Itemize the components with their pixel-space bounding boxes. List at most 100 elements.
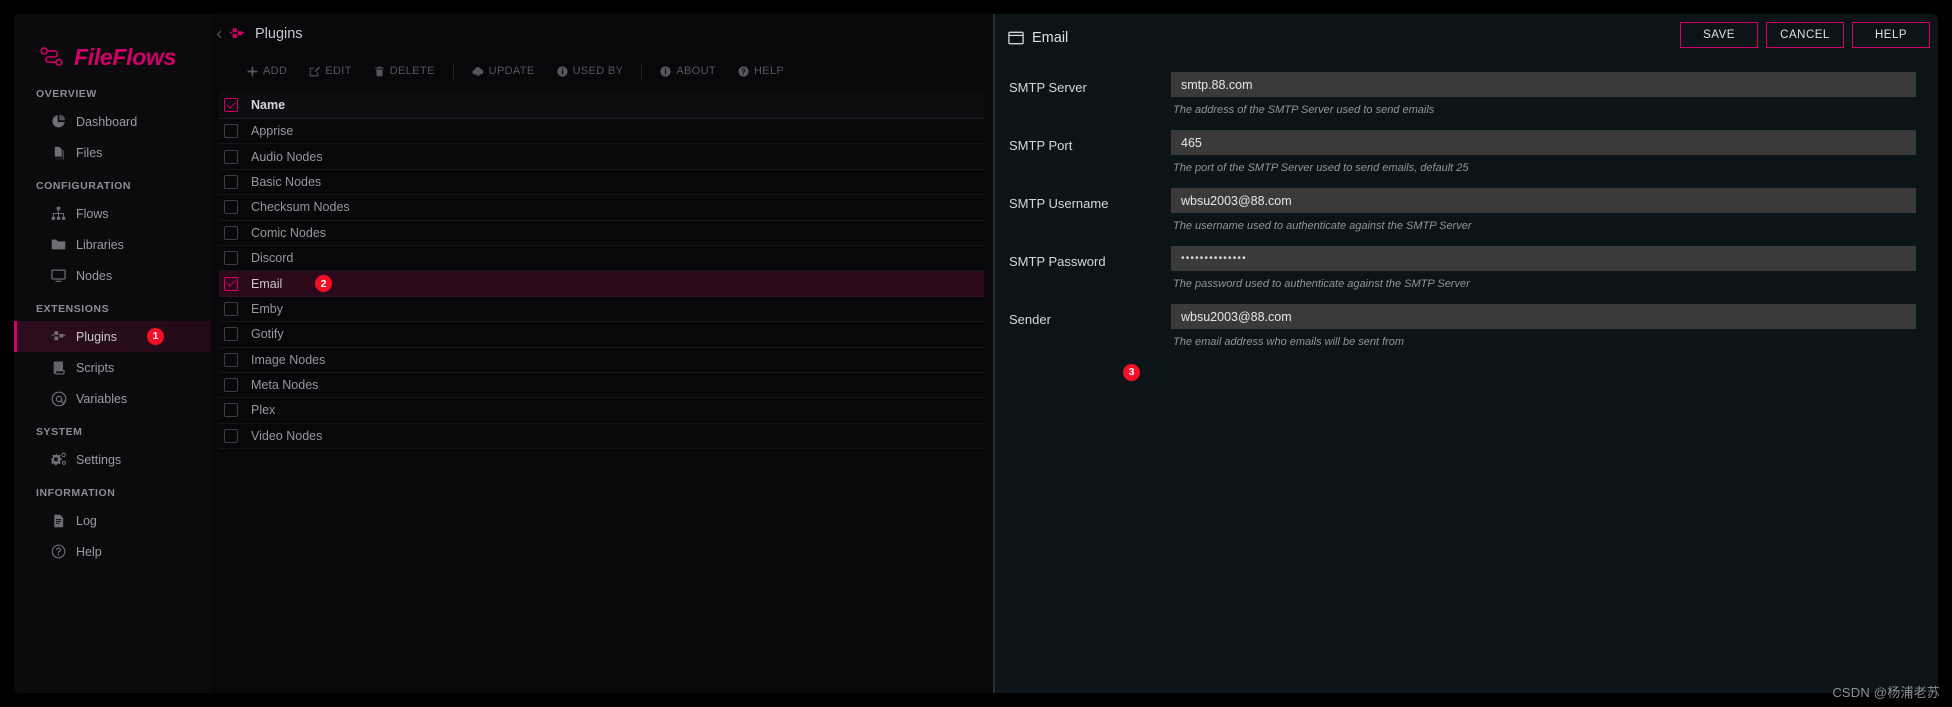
field-control: wbsu2003@88.com The email address who em… xyxy=(1171,304,1916,358)
sidebar-item-files[interactable]: Files xyxy=(14,137,211,168)
cloud-download-icon xyxy=(472,66,484,77)
plugin-name: Plex xyxy=(251,403,276,418)
plugin-name: Apprise xyxy=(251,124,294,139)
sender-input[interactable]: wbsu2003@88.com xyxy=(1171,304,1916,329)
plugins-toolbar: ADD EDIT DELETE UPDATE USED BY ABOUT HEL… xyxy=(211,54,993,88)
row-checkbox[interactable] xyxy=(224,352,238,367)
row-checkbox[interactable] xyxy=(224,276,238,291)
table-row[interactable]: Meta Nodes xyxy=(219,373,984,399)
question-circle-icon xyxy=(738,65,749,77)
sidebar-item-settings[interactable]: Settings xyxy=(14,444,211,475)
sidebar-item-scripts[interactable]: Scripts xyxy=(14,352,211,383)
cancel-button[interactable]: CANCEL xyxy=(1766,22,1844,48)
gear-icon xyxy=(50,451,67,468)
help-toolbar-button[interactable]: HELP xyxy=(727,58,795,84)
toolbar-label: ADD xyxy=(263,65,288,77)
row-checkbox[interactable] xyxy=(224,403,238,418)
sidebar-item-help[interactable]: Help xyxy=(14,536,211,567)
field-label: SMTP Password xyxy=(1009,254,1106,269)
plugin-icon xyxy=(50,328,67,345)
sitemap-icon xyxy=(50,205,67,222)
app-window: FileFlows OVERVIEW Dashboard Files CONFI… xyxy=(0,0,1952,707)
used-by-button[interactable]: USED BY xyxy=(546,58,635,84)
table-row[interactable]: Emby xyxy=(219,297,984,323)
sidebar-item-label: Libraries xyxy=(76,237,124,252)
table-row[interactable]: Video Nodes xyxy=(219,424,984,450)
plugin-name: Checksum Nodes xyxy=(251,200,350,215)
row-checkbox[interactable] xyxy=(224,428,238,443)
sidebar-section-information: INFORMATION xyxy=(36,487,116,499)
plugin-name: Audio Nodes xyxy=(251,149,323,164)
plugin-icon xyxy=(229,26,246,43)
field-label: Sender xyxy=(1009,312,1051,327)
plugin-name: Meta Nodes xyxy=(251,378,319,393)
panel-header: Email SAVE CANCEL HELP xyxy=(995,14,1938,62)
delete-button[interactable]: DELETE xyxy=(363,58,446,84)
sidebar-section-system: SYSTEM xyxy=(36,426,83,438)
help-button[interactable]: HELP xyxy=(1852,22,1930,48)
pencil-square-icon xyxy=(309,66,321,77)
sidebar-item-log[interactable]: Log xyxy=(14,505,211,536)
table-row[interactable]: Plex xyxy=(219,398,984,424)
window-icon xyxy=(1008,30,1024,46)
table-row[interactable]: Checksum Nodes xyxy=(219,195,984,221)
row-checkbox[interactable] xyxy=(224,174,238,189)
page-title: Plugins xyxy=(255,26,303,42)
update-button[interactable]: UPDATE xyxy=(461,58,546,84)
table-row[interactable]: Comic Nodes xyxy=(219,221,984,246)
email-settings-form: SMTP Server smtp.88.com The address of t… xyxy=(995,62,1938,381)
table-row[interactable]: Audio Nodes xyxy=(219,144,984,170)
files-icon xyxy=(50,144,67,161)
field-smtp-port: SMTP Port 465 The port of the SMTP Serve… xyxy=(1009,130,1916,184)
plugins-panel: Plugins ADD EDIT DELETE UPDATE USED BY A… xyxy=(211,14,993,693)
sidebar-item-label: Help xyxy=(76,544,102,559)
sidebar-item-libraries[interactable]: Libraries xyxy=(14,229,211,260)
field-help-text: The username used to authenticate agains… xyxy=(1173,220,1472,232)
row-checkbox[interactable] xyxy=(224,149,238,164)
grid-header-row: Name xyxy=(219,92,984,119)
brand: FileFlows xyxy=(14,14,211,76)
row-checkbox[interactable] xyxy=(224,251,238,266)
monitor-icon xyxy=(50,267,67,284)
email-row-badge: 2 xyxy=(315,275,332,293)
table-row[interactable]: Image Nodes xyxy=(219,348,984,373)
sidebar-item-flows[interactable]: Flows xyxy=(14,198,211,229)
field-label: SMTP Port xyxy=(1009,138,1073,153)
row-checkbox[interactable] xyxy=(224,378,238,393)
sidebar-item-plugins[interactable]: Plugins 1 xyxy=(14,321,211,352)
sidebar-item-nodes[interactable]: Nodes xyxy=(14,260,211,291)
table-row[interactable]: Apprise xyxy=(219,119,984,145)
row-checkbox[interactable] xyxy=(224,327,238,342)
table-row[interactable]: Gotify xyxy=(219,322,984,348)
field-label: SMTP Username xyxy=(1009,196,1109,211)
sidebar-item-variables[interactable]: Variables xyxy=(14,383,211,414)
smtp-password-input[interactable]: •••••••••••••• xyxy=(1171,246,1916,271)
table-row[interactable]: Basic Nodes xyxy=(219,170,984,196)
field-control: 465 The port of the SMTP Server used to … xyxy=(1171,130,1916,184)
select-all-checkbox[interactable] xyxy=(224,98,238,112)
table-row[interactable]: Discord xyxy=(219,246,984,272)
sidebar-section-configuration: CONFIGURATION xyxy=(36,180,132,192)
row-checkbox[interactable] xyxy=(224,225,238,240)
field-control: •••••••••••••• The password used to auth… xyxy=(1171,246,1916,300)
plugins-header: Plugins xyxy=(211,14,993,54)
field-help-text: The password used to authenticate agains… xyxy=(1173,278,1470,290)
plugin-name: Email xyxy=(251,276,283,291)
field-help-text: The port of the SMTP Server used to send… xyxy=(1173,162,1469,174)
smtp-username-input[interactable]: wbsu2003@88.com xyxy=(1171,188,1916,213)
plugin-name: Video Nodes xyxy=(251,428,323,443)
save-button[interactable]: SAVE xyxy=(1680,22,1758,48)
row-checkbox[interactable] xyxy=(224,200,238,215)
sidebar-collapse-toggle[interactable] xyxy=(212,27,227,42)
row-checkbox[interactable] xyxy=(224,301,238,316)
toolbar-label: ABOUT xyxy=(676,65,716,77)
edit-button[interactable]: EDIT xyxy=(298,58,362,84)
sidebar-item-dashboard[interactable]: Dashboard xyxy=(14,106,211,137)
about-button[interactable]: ABOUT xyxy=(649,58,727,84)
plugin-name: Image Nodes xyxy=(251,352,326,367)
row-checkbox[interactable] xyxy=(224,124,238,139)
smtp-port-input[interactable]: 465 xyxy=(1171,130,1916,155)
table-row-email[interactable]: Email 2 xyxy=(219,271,984,297)
smtp-server-input[interactable]: smtp.88.com xyxy=(1171,72,1916,97)
add-button[interactable]: ADD xyxy=(236,58,298,84)
